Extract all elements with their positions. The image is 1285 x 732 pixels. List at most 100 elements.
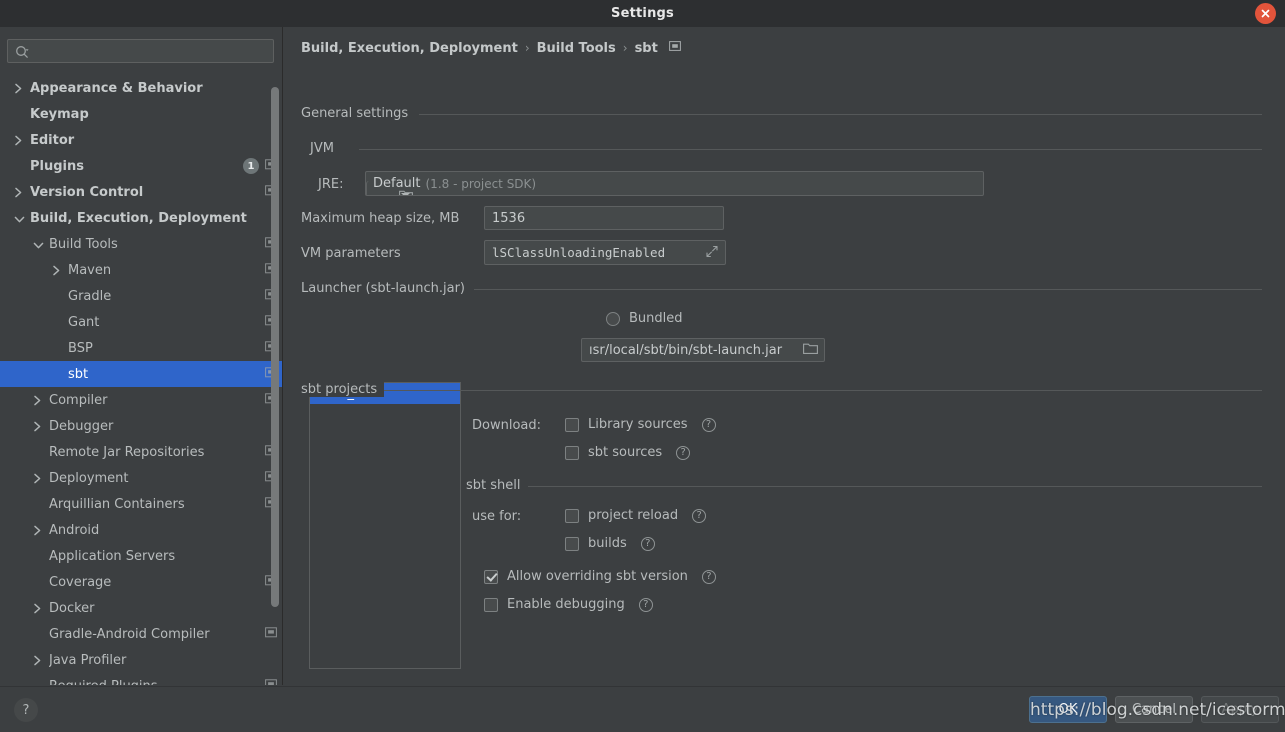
sidebar-item-android[interactable]: Android [0,517,282,543]
checkbox-label: builds [588,536,627,551]
chevron-right-icon[interactable] [14,135,25,146]
sidebar-scrollbar-thumb[interactable] [271,87,279,607]
sidebar-item-debugger[interactable]: Debugger [0,413,282,439]
chevron-down-icon[interactable] [14,213,25,224]
sbt-projects-list[interactable]: scala_test [309,382,461,669]
sidebar-item-label: Android [49,522,100,538]
sidebar-item-label: Coverage [49,574,112,590]
settings-sidebar: Appearance & Behavior Keymap Editor Plugins… [0,27,283,685]
sidebar-item-label: Version Control [30,184,144,200]
vm-parameters-label: VM parameters [301,246,401,261]
expand-editor-icon[interactable] [706,245,718,260]
sidebar-item-required-plugins[interactable]: Required Plugins [0,673,282,685]
copy-settings-icon[interactable] [668,40,681,56]
sidebar-item-build-execution-deployment[interactable]: Build, Execution, Deployment [0,205,282,231]
close-icon[interactable] [1255,3,1276,24]
chevron-right-icon[interactable] [33,395,44,406]
sidebar-item-label: Build, Execution, Deployment [30,210,247,226]
sidebar-item-label: Arquillian Containers [49,496,185,512]
chevron-down-icon[interactable] [33,239,44,250]
sidebar-item-label: Maven [68,262,112,278]
sidebar-item-remote-jar-repositories[interactable]: Remote Jar Repositories [0,439,282,465]
help-icon[interactable]: ? [676,445,691,460]
help-icon[interactable]: ? [640,536,655,551]
help-icon[interactable]: ? [14,698,38,722]
sidebar-item-editor[interactable]: Editor [0,127,282,153]
chevron-right-icon[interactable] [33,655,44,666]
sidebar-item-appearance-behavior[interactable]: Appearance & Behavior [0,75,282,101]
sidebar-item-sbt[interactable]: sbt [0,361,282,387]
group-line-jvm [359,149,1262,150]
dialog-footer: ? OK Cancel Apply [0,686,1285,732]
jre-value-field[interactable]: Default (1.8 - project SDK) [366,172,983,195]
sidebar-search [7,39,274,63]
chevron-right-icon[interactable] [14,83,25,94]
help-icon[interactable]: ? [692,508,707,523]
checkbox-library-sources[interactable]: Library sources ? [565,417,716,432]
sidebar-item-gradle[interactable]: Gradle [0,283,282,309]
breadcrumb-item-1[interactable]: Build Tools [537,41,616,56]
sidebar-item-gradle-android-compiler[interactable]: Gradle-Android Compiler [0,621,282,647]
sidebar-item-java-profiler[interactable]: Java Profiler [0,647,282,673]
help-icon[interactable]: ? [638,597,653,612]
sidebar-item-build-tools[interactable]: Build Tools [0,231,282,257]
vm-parameters-input[interactable]: lSClassUnloadingEnabled [484,240,726,265]
jre-combobox[interactable]: Default (1.8 - project SDK) [365,171,984,196]
copy-settings-icon[interactable] [265,626,277,642]
checkbox-enable-debugging[interactable]: Enable debugging ? [484,597,653,612]
max-heap-label: Maximum heap size, MB [301,211,460,226]
chevron-right-icon[interactable] [33,525,44,536]
chevron-right-icon[interactable] [14,187,25,198]
sidebar-item-docker[interactable]: Docker [0,595,282,621]
sidebar-item-plugins[interactable]: Plugins 1 [0,153,282,179]
checkbox-sbt-sources[interactable]: sbt sources ? [565,445,691,460]
sidebar-item-keymap[interactable]: Keymap [0,101,282,127]
checkbox-project-reload[interactable]: project reload ? [565,508,707,523]
settings-tree: Appearance & Behavior Keymap Editor Plugins… [0,75,282,685]
breadcrumb-item-0[interactable]: Build, Execution, Deployment [301,41,518,56]
sidebar-item-maven[interactable]: Maven [0,257,282,283]
sidebar-item-application-servers[interactable]: Application Servers [0,543,282,569]
checkbox-label: sbt sources [588,445,663,460]
launcher-bundled-radio[interactable]: Bundled [606,311,683,326]
sidebar-item-label: sbt [68,366,89,382]
apply-button[interactable]: Apply [1201,696,1279,723]
breadcrumb-separator: › [524,41,530,55]
help-icon[interactable]: ? [701,417,716,432]
chevron-down-icon [401,192,410,195]
sidebar-item-bsp[interactable]: BSP [0,335,282,361]
close-x-glyph [1261,9,1270,18]
ok-button[interactable]: OK [1029,696,1107,723]
sidebar-item-label: Docker [49,600,95,616]
folder-icon[interactable] [803,342,818,358]
checkbox-builds[interactable]: builds ? [565,536,655,551]
chevron-right-icon[interactable] [33,473,44,484]
breadcrumb-item-2[interactable]: sbt [635,41,658,56]
jre-dropdown-button[interactable] [366,181,444,195]
group-title-jvm: JVM [310,141,341,156]
checkbox-allow-overriding-sbt-version[interactable]: Allow overriding sbt version ? [484,569,716,584]
search-input[interactable] [7,39,274,63]
sidebar-item-coverage[interactable]: Coverage [0,569,282,595]
cancel-button[interactable]: Cancel [1115,696,1193,723]
sidebar-item-gant[interactable]: Gant [0,309,282,335]
group-line-sbt-shell [527,486,1262,487]
chevron-right-icon[interactable] [52,265,63,276]
sidebar-item-deployment[interactable]: Deployment [0,465,282,491]
help-icon[interactable]: ? [701,569,716,584]
download-label: Download: [472,418,541,433]
sidebar-item-compiler[interactable]: Compiler [0,387,282,413]
launcher-custom-path-input[interactable]: ısr/local/sbt/bin/sbt-launch.jar [581,338,825,362]
chevron-right-icon[interactable] [33,603,44,614]
max-heap-value: 1536 [492,210,526,226]
sidebar-item-label: Keymap [30,106,89,122]
sidebar-item-label: Editor [30,132,75,148]
sidebar-item-arquillian-containers[interactable]: Arquillian Containers [0,491,282,517]
sidebar-item-label: Java Profiler [49,652,127,668]
sidebar-item-label: Appearance & Behavior [30,80,203,96]
max-heap-input[interactable]: 1536 [484,206,724,230]
sidebar-item-version-control[interactable]: Version Control [0,179,282,205]
chevron-right-icon[interactable] [33,421,44,432]
copy-settings-icon[interactable] [265,678,277,685]
breadcrumb-separator: › [622,41,628,55]
